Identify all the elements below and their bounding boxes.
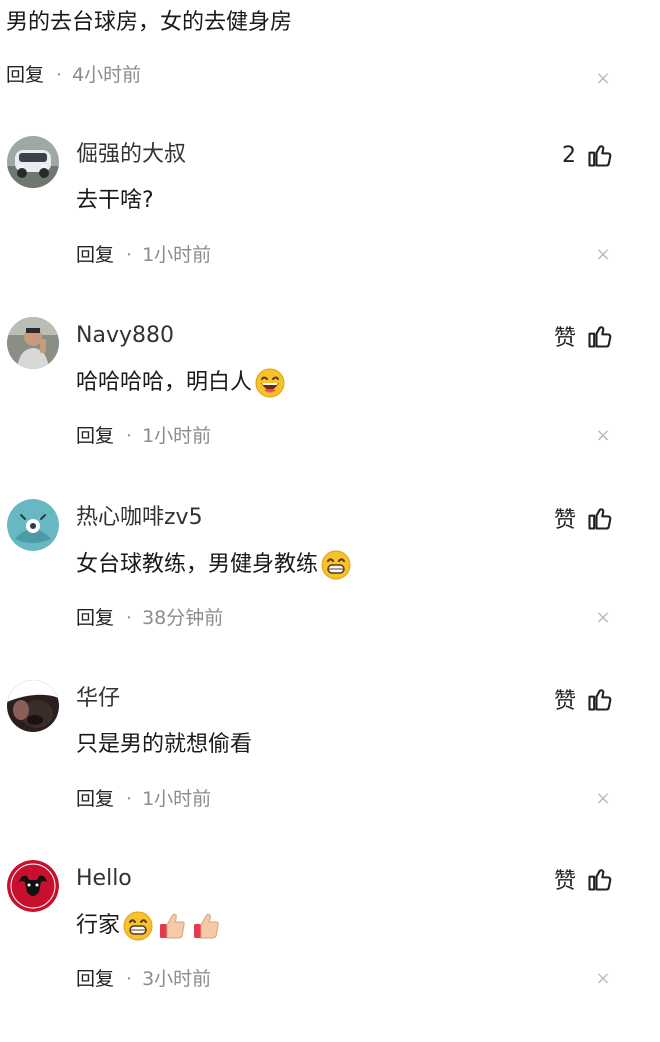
comment-meta: 回复 · 1小时前 [76,423,211,449]
thumbs-up-icon [588,689,612,711]
close-icon[interactable]: × [592,788,614,810]
username[interactable]: 华仔 [76,684,120,714]
timestamp: 1小时前 [142,788,212,810]
comment-item: 倔强的大叔 2 去干啥? 回复 · 1小时前 × [0,136,660,318]
close-icon[interactable]: × [592,244,614,266]
comment-content: 只是男的就想偷看 [76,730,252,760]
comment-item: 华仔 赞 只是男的就想偷看 回复 · 1小时前 × [0,680,660,862]
comment-content: 哈哈哈哈，明白人 [76,367,286,399]
comment-meta: 回复 · 1小时前 [76,786,211,812]
like-count: 2 [562,142,576,168]
like-label: 赞 [553,869,576,894]
like-label: 赞 [553,326,576,351]
reply-button[interactable]: 回复 [76,242,114,268]
close-icon[interactable]: × [592,68,614,90]
comment-text: 哈哈哈哈，明白人 [76,370,253,395]
comment-content: 去干啥? [76,186,154,216]
reply-button[interactable]: 回复 [76,966,114,992]
car-avatar[interactable] [7,136,59,188]
separator-dot: · [126,788,133,810]
username[interactable]: 倔强的大叔 [76,140,186,170]
top-comment-meta: 回复 · 4小时前 [6,62,141,88]
comment-text: 只是男的就想偷看 [76,732,253,757]
like-label: 赞 [553,689,576,714]
thumbs-up-emoji [156,910,188,942]
timestamp: 38分钟前 [142,607,224,629]
dark-avatar[interactable] [7,680,59,732]
default-avatar[interactable] [7,499,59,551]
reply-button[interactable]: 回复 [76,786,114,812]
separator-dot: · [126,968,133,990]
thumbs-up-icon [588,326,612,348]
comment-meta: 回复 · 1小时前 [76,242,211,268]
timestamp: 4小时前 [72,64,142,86]
thumbs-up-icon [588,869,612,891]
comment-item: 热心咖啡zv5 赞 女台球教练，男健身教练 回复 · 38分钟前 × [0,499,660,681]
close-icon[interactable]: × [592,607,614,629]
comment-item: Hello 赞 行家 回复 · 3小时前 × [0,860,660,1042]
grinning-emoji [122,910,154,942]
person-avatar[interactable] [7,317,59,369]
like-button[interactable]: 赞 [554,684,614,714]
like-button[interactable]: 2 [562,140,614,170]
top-comment-text: 男的去台球房，女的去健身房 [6,10,293,35]
like-button[interactable]: 赞 [554,864,614,894]
username[interactable]: 热心咖啡zv5 [76,503,203,533]
like-label: 赞 [553,508,576,533]
bulls-logo-avatar[interactable] [7,860,59,912]
timestamp: 3小时前 [142,968,212,990]
username[interactable]: Hello [76,864,132,894]
timestamp: 1小时前 [142,425,212,447]
username[interactable]: Navy880 [76,321,174,351]
separator-dot: · [126,244,133,266]
comment-text: 去干啥? [76,188,154,213]
comment-text: 行家 [76,913,121,938]
thumbs-up-emoji [190,910,222,942]
like-button[interactable]: 赞 [554,321,614,351]
comment-meta: 回复 · 38分钟前 [76,605,223,631]
comment-item: Navy880 赞 哈哈哈哈，明白人 回复 · 1小时前 × [0,317,660,499]
separator-dot: · [56,64,63,86]
separator-dot: · [126,607,133,629]
close-icon[interactable]: × [592,968,614,990]
comment-text: 女台球教练，男健身教练 [76,552,319,577]
comment-content: 行家 [76,910,222,942]
reply-button[interactable]: 回复 [6,62,44,88]
comment-content: 女台球教练，男健身教练 [76,549,352,581]
comment-meta: 回复 · 3小时前 [76,966,211,992]
like-button[interactable]: 赞 [554,503,614,533]
thumbs-up-icon [588,508,612,530]
separator-dot: · [126,425,133,447]
timestamp: 1小时前 [142,244,212,266]
reply-button[interactable]: 回复 [76,605,114,631]
laughing-emoji [254,367,286,399]
thumbs-up-icon [588,145,612,167]
reply-button[interactable]: 回复 [76,423,114,449]
grinning-emoji [320,549,352,581]
close-icon[interactable]: × [592,425,614,447]
